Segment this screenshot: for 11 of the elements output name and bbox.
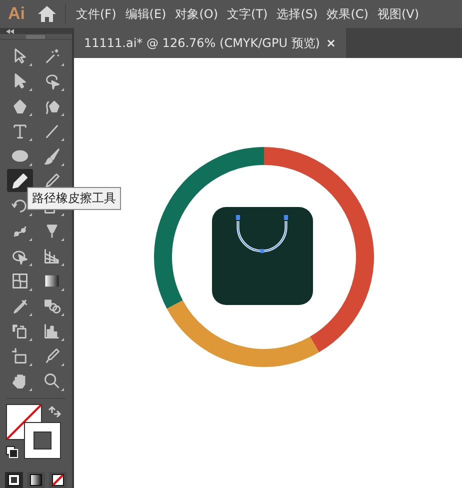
- close-tab-button[interactable]: ×: [326, 36, 336, 50]
- menu-item[interactable]: 选择(S): [276, 6, 318, 22]
- tooltip: 路径橡皮擦工具: [27, 187, 121, 210]
- menu-item[interactable]: 对象(O): [175, 6, 218, 22]
- document-tab[interactable]: 11111.ai* @ 126.76% (CMYK/GPU 预览): [84, 34, 320, 52]
- menu-item[interactable]: 视图(V): [377, 6, 420, 22]
- menu-item[interactable]: 文字(T): [227, 6, 268, 22]
- menu-item[interactable]: 效果(C): [326, 6, 368, 22]
- app-logo: Ai: [8, 4, 25, 24]
- menu-item[interactable]: 编辑(E): [125, 6, 166, 22]
- menu-item[interactable]: 文件(F): [76, 6, 116, 22]
